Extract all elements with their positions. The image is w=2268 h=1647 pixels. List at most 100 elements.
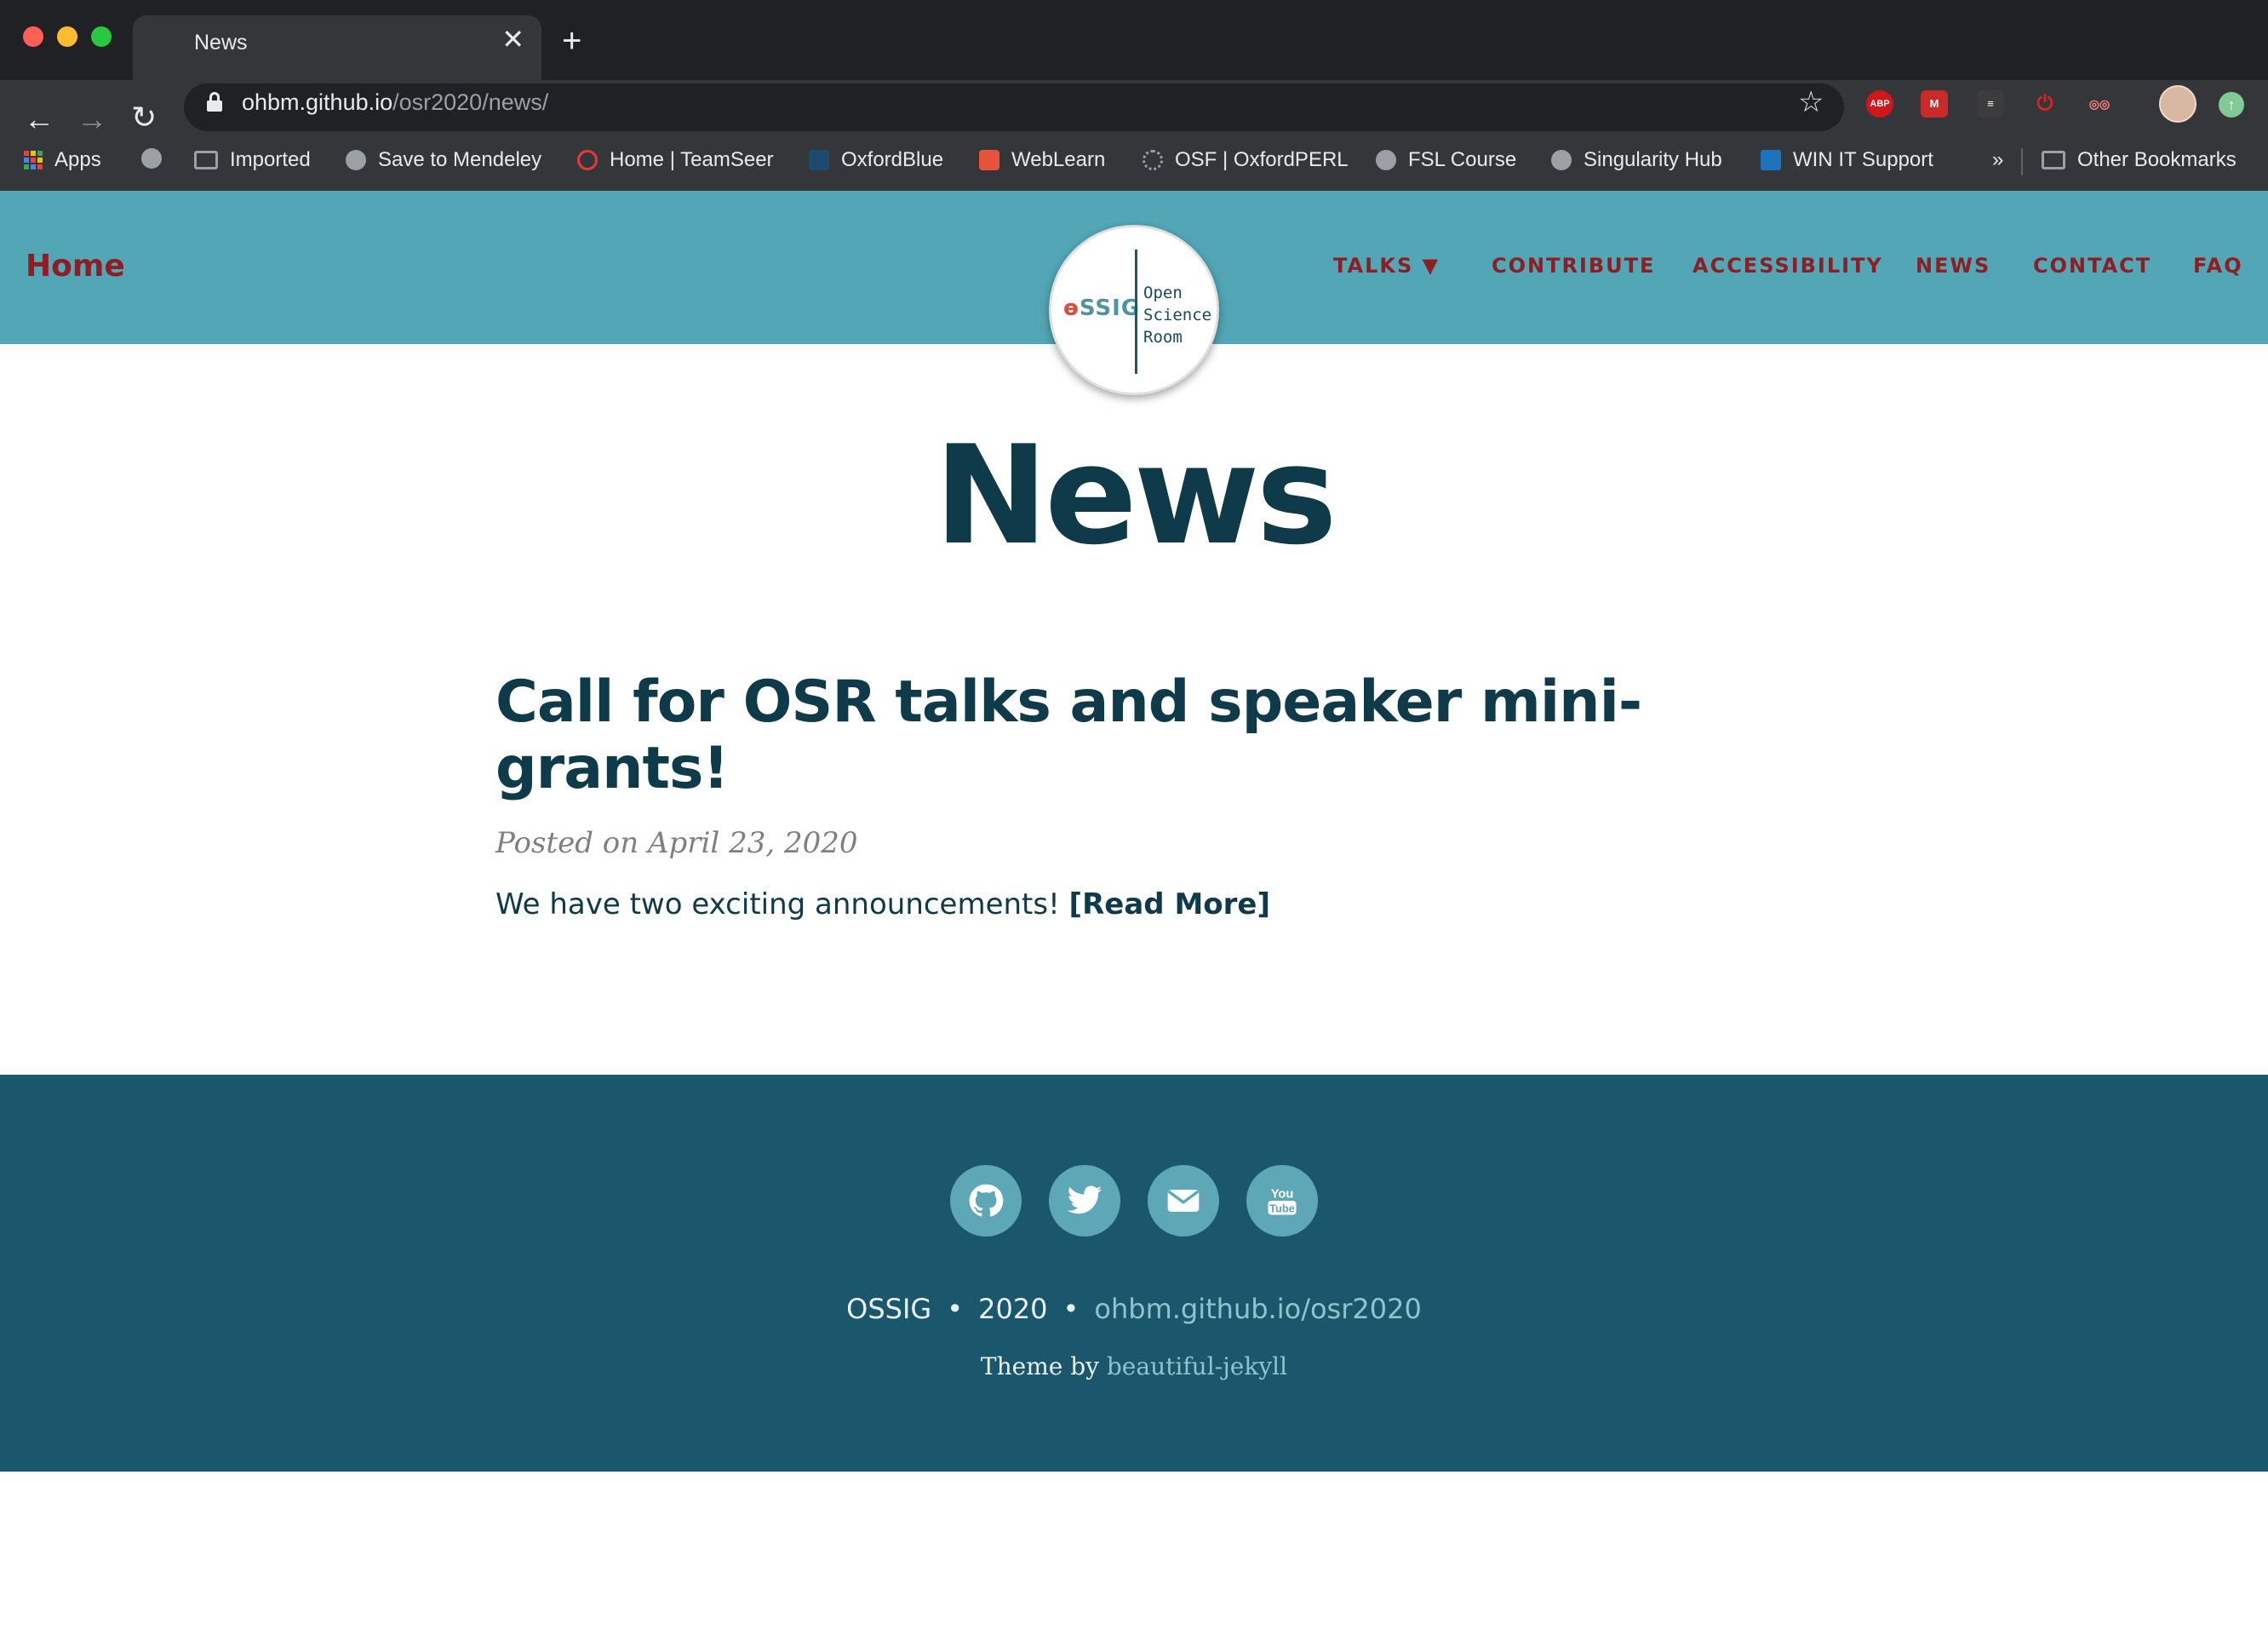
close-window-button[interactable] [23,26,43,47]
bookmark-globe[interactable] [141,148,162,169]
power-label: ⏻ [2036,92,2053,115]
apps-grid-icon [24,151,43,169]
profile-avatar[interactable] [2159,85,2196,123]
url-path: /osr2020/news/ [392,89,549,115]
browser-tab[interactable]: News ✕ [133,15,541,80]
footer-org: OSSIG [846,1293,932,1325]
nav-faq[interactable]: FAQ [2193,254,2243,278]
browser-titlebar: News ✕ + [0,0,2268,80]
footer-separator: • [947,1293,964,1325]
ossig-logo-text: ɵSSIG [1063,296,1140,321]
maximize-window-button[interactable] [91,26,112,47]
new-tab-button[interactable]: + [562,24,581,58]
bookmark-other-bookmarks[interactable]: Other Bookmarks [2042,148,2236,172]
nav-accessibility[interactable]: ACCESSIBILITY [1692,254,1883,278]
bookmark-fsl-course[interactable]: FSL Course [1376,148,1516,172]
bookmark-star-icon[interactable]: ☆ [1798,85,1824,119]
globe-icon [141,148,162,169]
bookmark-label: OSF | OxfordPERL [1175,148,1349,171]
eyes-icon[interactable]: ◎◎ [2086,90,2113,118]
bookmark-label: Other Bookmarks [2077,148,2236,171]
bookmark-apps[interactable]: Apps [24,148,101,172]
folder-icon [194,151,218,169]
tab-title: News [194,31,248,55]
bookmark-label: Apps [54,148,101,171]
footer-copyright: OSSIG • 2020 • ohbm.github.io/osr2020 [0,1293,2268,1325]
site-navbar: Home ɵSSIG Open Science Room TALKS ▼ CON… [0,191,2268,395]
logo-line: Room [1143,328,1183,347]
post-excerpt: We have two exciting announcements! [Rea… [495,887,1270,921]
bookmark-teamseer[interactable]: Home | TeamSeer [577,148,774,172]
weblearn-icon [979,150,999,170]
site-footer: You Tube OSSIG • 2020 • ohbm.github.io/osr202… [0,1075,2268,1472]
bookmark-label: WIN IT Support [1793,148,1933,171]
folder-icon [2042,151,2065,169]
post-date: Posted on April 23, 2020 [495,826,858,860]
bookmark-singularity-hub[interactable]: Singularity Hub [1551,148,1722,172]
nav-contact[interactable]: CONTACT [2033,254,2151,278]
bookmark-osf-oxfordperl[interactable]: OSF | OxfordPERL [1143,148,1349,172]
email-link[interactable] [1148,1165,1219,1237]
read-more-link[interactable]: [Read More] [1069,887,1270,921]
post-title-link[interactable]: Call for OSR talks and speaker mini-gran… [495,669,1730,802]
logo-divider [1135,250,1137,374]
back-arrow-icon[interactable]: ← [24,104,54,135]
footer-theme-credit: Theme by beautiful-jekyll [0,1352,2268,1380]
nav-contribute[interactable]: CONTRIBUTE [1492,254,1655,278]
footer-site-link[interactable]: ohbm.github.io/osr2020 [1094,1293,1421,1325]
twitter-link[interactable] [1049,1165,1120,1237]
ossig-open-access-icon: ɵ [1063,296,1080,321]
browser-toolbar: ← → ↻ ohbm.github.io/osr2020/news/ ☆ ABP… [0,80,2268,208]
github-link[interactable] [950,1165,1022,1237]
bookmark-win-it-support[interactable]: WIN IT Support [1761,148,1933,172]
bookmark-label: Imported [230,148,311,171]
nav-news[interactable]: NEWS [1916,254,1990,278]
bookmark-imported[interactable]: Imported [194,148,311,172]
github-icon [969,1184,1004,1217]
svg-text:You: You [1271,1187,1294,1201]
mendeley-icon[interactable]: M [1921,90,1948,118]
url-text[interactable]: ohbm.github.io/osr2020/news/ [242,89,548,116]
power-icon[interactable]: ⏻ [2031,90,2059,118]
bookmark-weblearn[interactable]: WebLearn [979,148,1105,172]
logo-line: Science [1143,306,1212,324]
globe-icon [1376,150,1396,170]
bookmark-oxfordblue[interactable]: OxfordBlue [809,148,943,172]
globe-icon [1551,150,1572,170]
mendeley-label: M [1929,97,1939,110]
gear-icon [1143,150,1163,170]
bookmark-label: Singularity Hub [1584,148,1722,171]
page-title: News [934,416,1337,575]
site-logo[interactable]: ɵSSIG Open Science Room [1049,225,1219,395]
lock-icon [207,92,222,112]
home-link[interactable]: Home [26,249,125,284]
bookmark-label: OxfordBlue [841,148,944,171]
adblock-plus-label: ABP [1866,90,1893,118]
eyes-label: ◎◎ [2088,97,2110,111]
theme-prefix: Theme by [980,1352,1099,1380]
teamseer-icon [577,150,598,170]
bookmarks-bar: Apps Imported Save to Mendeley Home | Te… [0,138,2268,186]
logo-caption: Open Science Room [1143,282,1211,348]
svg-text:Tube: Tube [1269,1202,1295,1214]
footer-year: 2020 [978,1293,1048,1325]
nav-talks-dropdown[interactable]: TALKS ▼ [1333,254,1440,278]
theme-link[interactable]: beautiful-jekyll [1107,1352,1287,1380]
reload-icon[interactable]: ↻ [131,102,157,133]
bookmarks-overflow-button[interactable]: » [1992,148,2003,172]
document-icon[interactable]: ≡ [1977,90,2004,118]
minimize-window-button[interactable] [57,26,77,47]
email-icon [1167,1190,1200,1212]
youtube-link[interactable]: You Tube [1246,1165,1318,1237]
bookmark-save-to-mendeley[interactable]: Save to Mendeley [346,148,541,172]
bookmark-label: Save to Mendeley [378,148,542,171]
tab-close-icon[interactable]: ✕ [501,26,524,53]
footer-separator: • [1062,1293,1080,1325]
logo-line: Open [1143,284,1183,302]
update-icon[interactable]: ↑ [2219,92,2244,118]
adblock-plus-icon[interactable]: ABP [1866,90,1893,118]
forward-arrow-icon[interactable]: → [77,104,107,135]
url-host: ohbm.github.io [242,89,393,115]
shield-icon [809,150,829,170]
ossig-logo-rest: SSIG [1079,296,1141,321]
